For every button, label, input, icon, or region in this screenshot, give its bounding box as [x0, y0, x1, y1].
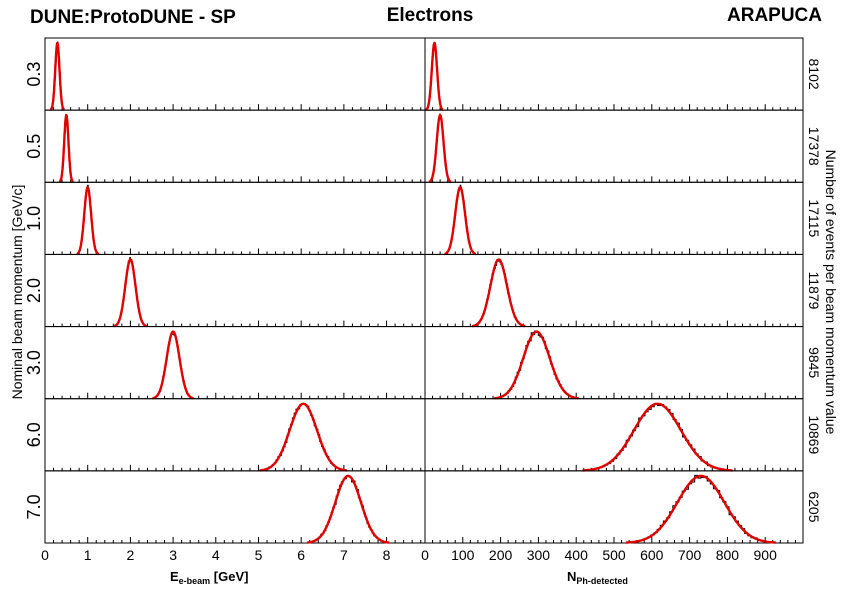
photon-histogram	[495, 330, 578, 399]
energy-fit-curve	[76, 185, 100, 256]
photon-fit-curve	[471, 258, 526, 328]
photon-histogram	[628, 474, 774, 543]
photon-histogram	[472, 258, 525, 327]
photon-fit-curve	[425, 41, 444, 111]
energy-fit-curve	[259, 402, 348, 472]
x-tick-label-energy: 6	[297, 547, 305, 563]
x-tick-label-photons: 400	[565, 547, 589, 563]
x-axis-title-energy: Ee-beam [GeV]	[170, 569, 248, 586]
event-count-label: 9845	[806, 347, 822, 378]
header-experiment: DUNE:ProtoDUNE - SP	[30, 7, 236, 28]
event-count-label: 17115	[806, 199, 822, 237]
energy-fit-curve	[307, 474, 390, 544]
x-tick-label-photons: 500	[602, 547, 626, 563]
energy-histogram	[260, 403, 346, 471]
panel-frame-left	[44, 326, 426, 400]
panel-frame-left	[44, 398, 426, 472]
x-tick-label-energy: 4	[212, 547, 220, 563]
left-y-axis-title: Nominal beam momentum [GeV/c]	[9, 185, 25, 400]
photon-fit-curve	[444, 186, 477, 256]
x-axis-title-photons: NPh-detected	[567, 569, 628, 586]
x-tick-label-energy: 1	[84, 547, 92, 563]
x-axis-title-energy-unit: [GeV]	[210, 569, 248, 584]
energy-fit-curve	[49, 41, 65, 111]
momentum-label: 1.0	[24, 206, 44, 231]
panels: 0.3 81020.5 173781.0 171152.0 118793.0 98456.…	[24, 37, 822, 563]
panel-frame-right	[424, 37, 804, 111]
x-tick-label-photons: 600	[640, 547, 664, 563]
x-axis-title-energy-main: E	[170, 569, 179, 584]
x-axis-title-photons-sub: Ph-detected	[576, 576, 628, 586]
x-tick-label-energy: 3	[169, 547, 177, 563]
panel-frame-left	[44, 181, 426, 255]
momentum-label: 0.5	[24, 134, 44, 159]
x-tick-label-photons: 700	[678, 547, 702, 563]
momentum-label: 0.3	[24, 62, 44, 87]
x-tick-label-energy: 2	[126, 547, 134, 563]
photon-histogram	[585, 403, 730, 471]
chart: DUNE:ProtoDUNE - SP Electrons ARAPUCA 0.…	[9, 5, 839, 586]
x-tick-label-photons: 0	[421, 547, 429, 563]
momentum-label: 2.0	[24, 278, 44, 303]
x-tick-label-energy: 7	[340, 547, 348, 563]
right-y-axis-title: Number of events per beam momentum value	[823, 150, 839, 435]
panel-frame-right	[424, 181, 804, 255]
panel-frame-left	[44, 470, 426, 544]
x-tick-label-energy: 0	[41, 547, 49, 563]
x-tick-label-photons: 300	[527, 547, 551, 563]
x-tick-label-photons: 900	[754, 547, 778, 563]
momentum-label: 3.0	[24, 350, 44, 375]
panel-frame-left	[44, 253, 426, 328]
event-count-label: 10869	[806, 415, 822, 454]
photon-fit-curve	[494, 330, 579, 400]
event-count-label: 17378	[806, 127, 822, 166]
event-count-label: 8102	[806, 58, 822, 89]
panel-frame-left	[44, 37, 426, 111]
x-tick-label-photons: 800	[716, 547, 740, 563]
x-tick-label-photons: 200	[489, 547, 513, 563]
x-axis-title-energy-sub: e-beam	[179, 576, 211, 586]
momentum-label: 7.0	[24, 494, 44, 519]
panel-frame-right	[424, 109, 804, 183]
photon-fit-curve	[428, 113, 452, 183]
momentum-label: 6.0	[24, 422, 44, 447]
panel-frame-right	[424, 326, 804, 400]
header-detector: ARAPUCA	[727, 5, 822, 26]
panel-frame-left	[44, 109, 426, 183]
photon-fit-curve	[625, 474, 776, 544]
x-tick-label-energy: 8	[383, 547, 391, 563]
energy-fit-curve	[58, 113, 75, 183]
x-tick-label-photons: 100	[451, 547, 475, 563]
energy-histogram	[308, 474, 388, 543]
header-particle: Electrons	[387, 5, 474, 26]
energy-fit-curve	[113, 258, 148, 328]
x-tick-label-energy: 5	[255, 547, 263, 563]
event-count-label: 6205	[806, 491, 822, 522]
x-axis-title-photons-main: N	[567, 569, 576, 584]
photon-fit-curve	[582, 402, 733, 472]
energy-fit-curve	[152, 330, 194, 400]
event-count-label: 11879	[806, 272, 822, 310]
